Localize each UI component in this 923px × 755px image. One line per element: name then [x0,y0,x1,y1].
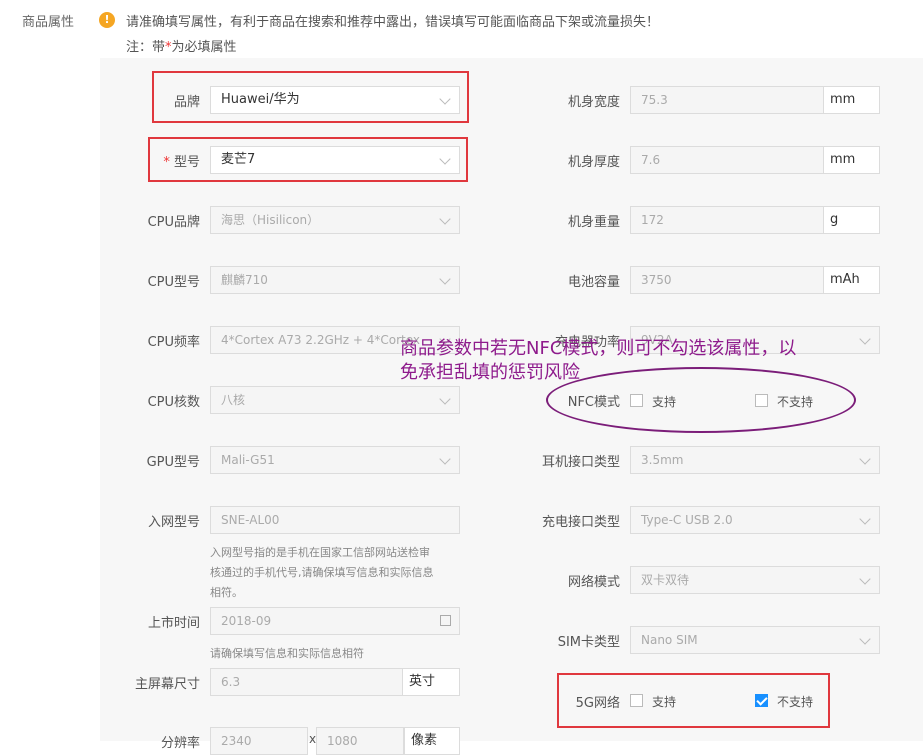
resolution-height-input[interactable]: 1080 [316,727,404,755]
network-id-input[interactable]: SNE-AL00 [210,506,460,534]
calendar-icon[interactable] [440,615,451,626]
thickness-label: 机身厚度 [567,155,620,170]
gpu-model-select[interactable]: Mali-G51 [210,446,460,474]
chevron-down-icon [439,153,451,165]
screen-size-unit: 英寸 [403,668,460,696]
battery-label: 电池容量 [567,275,620,290]
annotation-text: 商品参数中若无NFC模式，则可不勾选该属性，以 免承担乱填的惩罚风险 [400,338,797,383]
screen-size-input[interactable]: 6.3 [210,668,403,696]
gpu-model-label: GPU型号 [146,455,200,470]
brand-label: 品牌 [173,95,200,110]
weight-input[interactable]: 172 [630,206,824,234]
model-label: * 型号 [163,155,200,170]
charge-port-select[interactable]: Type-C USB 2.0 [630,506,880,534]
width-unit: mm [824,86,880,114]
model-select[interactable]: 麦芒7 [210,146,460,174]
resolution-label: 分辨率 [160,736,200,751]
cpu-freq-label: CPU频率 [147,335,200,350]
screen-size-label: 主屏幕尺寸 [134,677,200,692]
release-date-input[interactable]: 2018-09 [210,607,460,635]
weight-unit: g [824,206,880,234]
width-input[interactable]: 75.3 [630,86,824,114]
resolution-width-input[interactable]: 2340 [210,727,308,755]
chevron-down-icon [859,453,871,465]
release-date-hint: 请确保填写信息和实际信息相符 [210,647,364,660]
chevron-down-icon [439,453,451,465]
required-note: 注：带*为必填属性 [126,40,237,55]
chevron-down-icon [859,573,871,585]
earphone-select[interactable]: 3.5mm [630,446,880,474]
sim-label: SIM卡类型 [557,635,620,650]
cpu-model-label: CPU型号 [147,275,200,290]
network-id-label: 入网型号 [147,515,200,530]
exclamation-icon: ! [99,12,115,28]
5g-unsupported-checkbox[interactable] [755,694,768,707]
width-label: 机身宽度 [567,95,620,110]
chevron-down-icon [859,513,871,525]
network-mode-label: 网络模式 [567,575,620,590]
sim-select[interactable]: Nano SIM [630,626,880,654]
network-id-hint: 入网型号指的是手机在国家工信部网站送检审 核通过的手机代号,请确保填写信息和实际… [210,546,434,599]
chevron-down-icon [859,333,871,345]
chevron-down-icon [439,273,451,285]
5g-support-checkbox[interactable] [630,694,643,707]
cpu-brand-label: CPU品牌 [147,215,200,230]
section-label: 商品属性 [22,15,75,30]
cpu-cores-label: CPU核数 [147,395,200,410]
5g-support-label: 支持 [652,695,677,709]
chevron-down-icon [439,393,451,405]
resolution-unit: 像素 [404,727,460,755]
warning-text: 请准确填写属性，有利于商品在搜索和推荐中露出，错误填写可能面临商品下架或流量损失… [126,15,660,30]
chevron-down-icon [859,633,871,645]
brand-select[interactable]: Huawei/华为 [210,86,460,114]
chevron-down-icon [439,213,451,225]
thickness-unit: mm [824,146,880,174]
cpu-brand-select[interactable]: 海思（Hisilicon） [210,206,460,234]
battery-input[interactable]: 3750 [630,266,824,294]
chevron-down-icon [439,93,451,105]
thickness-input[interactable]: 7.6 [630,146,824,174]
charge-port-label: 充电接口类型 [541,515,620,530]
cpu-model-select[interactable]: 麒麟710 [210,266,460,294]
earphone-label: 耳机接口类型 [541,455,620,470]
5g-label: 5G网络 [575,696,620,711]
battery-unit: mAh [824,266,880,294]
cpu-cores-select[interactable]: 八核 [210,386,460,414]
weight-label: 机身重量 [567,215,620,230]
release-date-label: 上市时间 [147,616,200,631]
network-mode-select[interactable]: 双卡双待 [630,566,880,594]
5g-unsupported-label: 不支持 [777,695,814,709]
